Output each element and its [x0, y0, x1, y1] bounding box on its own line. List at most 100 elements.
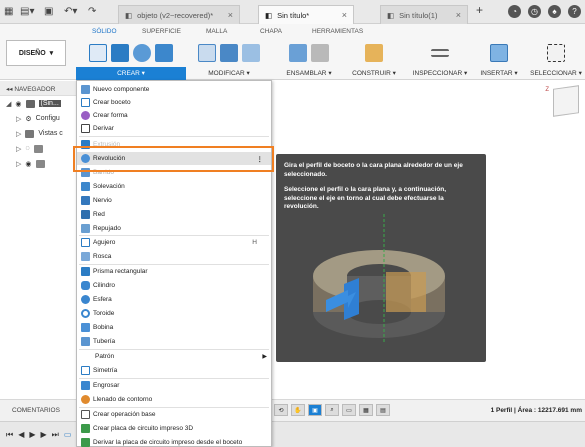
step-back-icon[interactable]: ◀ — [18, 430, 24, 440]
insertar-group[interactable]: INSERTAR ▾ — [476, 39, 522, 80]
tab-superficie[interactable]: SUPERFICIE — [142, 28, 181, 35]
menu-item-crear-forma[interactable]: Crear forma — [77, 109, 271, 122]
comments-panel[interactable]: COMENTARIOS — [12, 407, 60, 414]
document-tab-sin-titulo[interactable]: ◧ Sin título* × — [258, 5, 354, 24]
offset-plane-icon[interactable] — [365, 44, 383, 62]
modificar-group[interactable]: MODIFICAR ▾ — [192, 39, 266, 80]
menu-item-crear-boceto[interactable]: Crear boceto — [77, 96, 271, 109]
eye-icon[interactable]: ◉ — [15, 100, 21, 108]
document-tab-objeto[interactable]: ◧ objeto (v2~recovered)* × — [118, 5, 240, 24]
menu-item-prisma[interactable]: Prisma rectangular — [77, 265, 271, 278]
tab-solido[interactable]: SÓLIDO — [92, 28, 117, 35]
clock-icon[interactable]: ◷ — [528, 5, 541, 18]
new-component-icon[interactable] — [289, 44, 307, 62]
inspeccionar-group[interactable]: INSPECCIONAR ▾ — [408, 39, 472, 80]
document-tab-sin-titulo-1[interactable]: ◧ Sin título(1) × — [380, 5, 468, 24]
menu-item-bobina[interactable]: Bobina — [77, 321, 271, 334]
expand-icon[interactable]: ▷ — [16, 130, 21, 138]
menu-item-llenado[interactable]: Llenado de contorno — [77, 393, 271, 406]
menu-item-esfera[interactable]: Esfera — [77, 293, 271, 306]
hole-icon[interactable] — [155, 44, 173, 62]
tree-row-origin[interactable]: ▷ ◌ — [0, 141, 76, 156]
menu-item-patron[interactable]: Patrón ▶ — [77, 350, 271, 363]
menu-item-agujero[interactable]: Agujero H — [77, 236, 271, 249]
inspeccionar-label[interactable]: INSPECCIONAR ▾ — [408, 67, 472, 80]
menu-item-simetria[interactable]: Simetría — [77, 364, 271, 377]
crear-label[interactable]: CREAR ▾ — [76, 67, 186, 80]
crear-group[interactable]: CREAR ▾ — [76, 39, 186, 80]
save-icon[interactable]: ▣ — [44, 6, 53, 18]
joint-icon[interactable] — [311, 44, 329, 62]
redo-icon[interactable]: ↷ — [88, 6, 96, 18]
menu-item-rosca[interactable]: Rosca — [77, 250, 271, 263]
notifications-icon[interactable]: ♠ — [548, 5, 561, 18]
modificar-label[interactable]: MODIFICAR ▾ — [192, 67, 266, 80]
tree-row-config[interactable]: ▷ ⚙ Configu — [0, 111, 76, 126]
extensions-icon[interactable]: ◔ — [508, 5, 521, 18]
revolve-icon[interactable] — [133, 44, 151, 62]
menu-item-engrosar[interactable]: Engrosar — [77, 379, 271, 392]
sketch-feature-icon[interactable]: ▭ — [64, 430, 72, 440]
extrude-icon[interactable] — [111, 44, 129, 62]
chamfer-icon[interactable] — [242, 44, 260, 62]
insertar-label[interactable]: INSERTAR ▾ — [476, 67, 522, 80]
pan-icon[interactable]: ✋ — [291, 404, 305, 416]
tree-row-vistas[interactable]: ▷ Vistas c — [0, 126, 76, 141]
eye-icon[interactable]: ◉ — [25, 160, 31, 168]
eye-hidden-icon[interactable]: ◌ — [25, 145, 29, 152]
construir-label[interactable]: CONSTRUIR ▾ — [348, 67, 400, 80]
seleccionar-group[interactable]: SELECCIONAR ▾ — [528, 39, 584, 80]
select-icon[interactable] — [547, 44, 565, 62]
seleccionar-label[interactable]: SELECCIONAR ▾ — [528, 67, 584, 80]
undo-icon[interactable]: ↶▾ — [64, 6, 77, 18]
grid-settings-icon[interactable]: ▦ — [359, 404, 373, 416]
file-icon[interactable]: ▤▾ — [20, 6, 34, 18]
menu-item-nuevo-componente[interactable]: Nuevo componente — [77, 83, 271, 96]
menu-item-placa-3d[interactable]: Crear placa de circuito impreso 3D — [77, 422, 271, 435]
insert-image-icon[interactable] — [490, 44, 508, 62]
expand-icon[interactable]: ▷ — [16, 115, 21, 123]
skip-end-icon[interactable]: ⏭ — [52, 430, 59, 440]
tab-malla[interactable]: MALLA — [206, 28, 227, 35]
menu-item-placa-boceto[interactable]: Derivar la placa de circuito impreso des… — [77, 436, 271, 447]
menu-item-tuberia[interactable]: Tubería — [77, 335, 271, 348]
menu-item-solevacion[interactable]: Solevación — [77, 180, 271, 193]
new-tab-icon[interactable]: + — [476, 4, 483, 16]
grid-menu-icon[interactable]: ▦ — [4, 6, 13, 18]
expand-icon[interactable]: ▷ — [16, 145, 21, 153]
menu-item-operacion-base[interactable]: Crear operación base — [77, 408, 271, 421]
menu-item-toroide[interactable]: Toroide — [77, 307, 271, 320]
collapse-icon[interactable]: ◢ — [6, 100, 11, 108]
viewports-icon[interactable]: ▤ — [376, 404, 390, 416]
orbit-icon[interactable]: ⟲ — [274, 404, 288, 416]
menu-item-repujado[interactable]: Repujado — [77, 222, 271, 235]
menu-item-derivar[interactable]: Derivar — [77, 122, 271, 135]
viewcube[interactable] — [553, 85, 579, 117]
zoom-window-icon[interactable]: ▣ — [308, 404, 322, 416]
skip-start-icon[interactable]: ⏮ — [6, 430, 13, 440]
menu-item-cilindro[interactable]: Cilindro — [77, 279, 271, 292]
fillet-icon[interactable] — [220, 44, 238, 62]
close-icon[interactable]: × — [342, 10, 347, 20]
play-icon[interactable]: ▶ — [29, 430, 35, 440]
new-sketch-icon[interactable] — [89, 44, 107, 62]
display-settings-icon[interactable]: ▭ — [342, 404, 356, 416]
measure-icon[interactable] — [431, 49, 449, 57]
workspace-selector[interactable]: DISEÑO ▾ — [6, 40, 66, 66]
tree-row-root[interactable]: ◢ ◉ (Sin... — [0, 96, 76, 111]
tree-row-sketches[interactable]: ▷ ◉ — [0, 156, 76, 171]
press-pull-icon[interactable] — [198, 44, 216, 62]
ensamblar-group[interactable]: ENSAMBLAR ▾ — [280, 39, 338, 80]
tab-herramientas[interactable]: HERRAMIENTAS — [312, 28, 363, 35]
close-icon[interactable]: × — [456, 10, 461, 20]
expand-icon[interactable]: ▷ — [16, 160, 21, 168]
menu-item-red[interactable]: Red — [77, 208, 271, 221]
step-forward-icon[interactable]: ▶ — [41, 430, 47, 440]
zoom-icon[interactable]: ⌕ — [325, 404, 339, 416]
menu-item-nervio[interactable]: Nervio — [77, 194, 271, 207]
close-icon[interactable]: × — [228, 10, 233, 20]
ensamblar-label[interactable]: ENSAMBLAR ▾ — [280, 67, 338, 80]
help-icon[interactable]: ? — [568, 5, 581, 18]
construir-group[interactable]: CONSTRUIR ▾ — [348, 39, 400, 80]
tab-chapa[interactable]: CHAPA — [260, 28, 282, 35]
